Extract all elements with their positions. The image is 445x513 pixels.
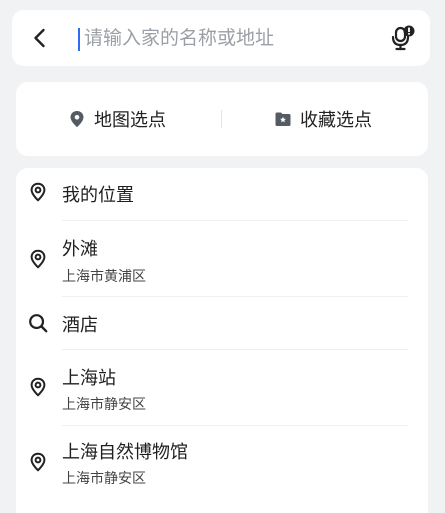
bookmark-folder-icon [275,112,291,126]
list-item-natural-history-museum[interactable]: 上海自然博物馆 上海市静安区 [16,426,428,501]
place-title: 我的位置 [62,185,134,206]
list-item-bund[interactable]: 外滩 上海市黄浦区 [16,221,428,296]
favorite-select-label: 收藏选点 [300,110,372,131]
text-caret [78,28,80,51]
place-subtitle: 上海市静安区 [62,397,146,413]
back-arrow-icon[interactable] [28,26,52,50]
places-list: 我的位置 外滩 上海市黄浦区 酒店 上海站 上海市静安区 上海自然博物馆 上海市… [16,168,428,513]
microphone-icon[interactable] [388,24,416,52]
list-item-my-location[interactable]: 我的位置 [16,168,428,220]
location-pin-icon [70,111,84,128]
search-input[interactable] [84,22,384,54]
map-select-button[interactable]: 地图选点 [68,82,166,156]
place-title: 上海站 [62,368,116,389]
quick-actions-card: 地图选点 收藏选点 [16,82,428,156]
place-subtitle: 上海市黄浦区 [62,269,146,285]
location-pin-icon [30,377,46,397]
favorite-select-button[interactable]: 收藏选点 [274,82,372,156]
search-icon [29,314,48,333]
place-title: 上海自然博物馆 [62,442,188,463]
actions-divider [221,110,222,128]
location-pin-icon [30,182,46,202]
place-subtitle: 上海市静安区 [62,471,146,487]
place-title: 酒店 [62,315,98,336]
search-bar [12,10,430,66]
location-pin-icon [30,452,46,472]
location-pin-icon [30,249,46,269]
list-item-hotel[interactable]: 酒店 [16,297,428,349]
list-item-shanghai-station[interactable]: 上海站 上海市静安区 [16,350,428,425]
map-select-label: 地图选点 [94,110,166,131]
place-title: 外滩 [62,239,98,260]
